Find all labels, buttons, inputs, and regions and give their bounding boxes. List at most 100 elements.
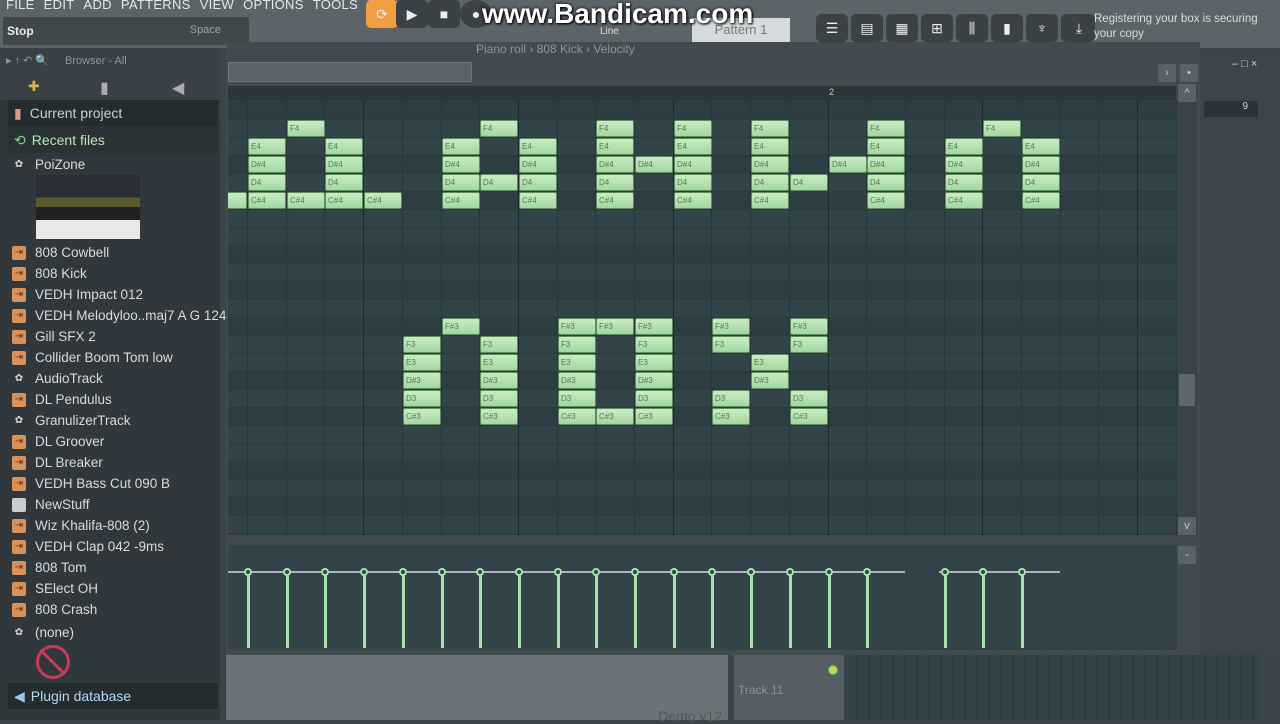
menu-patterns[interactable]: PATTERNS <box>121 0 191 12</box>
note[interactable]: D#4 <box>945 156 983 173</box>
plugin-picker-button[interactable]: ▮ <box>991 14 1023 42</box>
note[interactable]: C#4 <box>751 192 789 209</box>
window-controls[interactable]: – □ × <box>1232 58 1257 70</box>
note[interactable]: D4 <box>248 174 286 191</box>
note[interactable]: D4 <box>867 174 905 191</box>
note[interactable]: D4 <box>596 174 634 191</box>
note[interactable]: C#4 <box>867 192 905 209</box>
browser-item[interactable]: ⇥ 808 Cowbell <box>12 242 109 263</box>
browser-item[interactable]: ⇥ VEDH Bass Cut 090 B <box>12 473 170 494</box>
note[interactable]: F4 <box>983 120 1021 137</box>
note[interactable]: E4 <box>1022 138 1060 155</box>
note[interactable]: C#4 <box>248 192 286 209</box>
play-button[interactable]: ▶ <box>396 0 428 28</box>
horizontal-scrollbar[interactable] <box>228 62 472 82</box>
velocity-bar[interactable] <box>711 571 715 648</box>
note[interactable]: D4 <box>325 174 363 191</box>
note[interactable]: D#3 <box>480 372 518 389</box>
note[interactable]: F3 <box>712 336 750 353</box>
note[interactable]: C#4 <box>442 192 480 209</box>
note[interactable]: E4 <box>248 138 286 155</box>
note[interactable]: C#4 <box>364 192 402 209</box>
note[interactable]: E4 <box>519 138 557 155</box>
velocity-bar[interactable] <box>595 571 599 648</box>
note[interactable]: F4 <box>596 120 634 137</box>
note[interactable]: D4 <box>674 174 712 191</box>
browser-button[interactable]: ⊞ <box>921 14 953 42</box>
note[interactable]: C#3 <box>596 408 634 425</box>
velocity-menu-button[interactable]: - <box>1178 546 1196 564</box>
speaker-icon[interactable]: ◀ <box>172 78 184 98</box>
velocity-bar[interactable] <box>866 571 870 648</box>
note[interactable]: F3 <box>403 336 441 353</box>
note[interactable]: D#4 <box>519 156 557 173</box>
plugin-button[interactable]: ♆ <box>1026 14 1058 42</box>
velocity-handle[interactable] <box>476 567 485 576</box>
velocity-handle[interactable] <box>747 567 756 576</box>
note[interactable]: F4 <box>480 120 518 137</box>
velocity-handle[interactable] <box>592 567 601 576</box>
velocity-bar[interactable] <box>401 571 405 648</box>
velocity-bar[interactable] <box>363 571 367 648</box>
velocity-handle[interactable] <box>360 567 369 576</box>
note[interactable]: D#3 <box>635 372 673 389</box>
playlist-grid[interactable] <box>846 655 1260 720</box>
browser-item[interactable]: ⇥ 808 Kick <box>12 263 87 284</box>
note[interactable]: D#3 <box>558 372 596 389</box>
browser-plugin-database[interactable]: ◀ Plugin database <box>8 683 218 709</box>
note[interactable]: D4 <box>945 174 983 191</box>
vertical-scrollbar[interactable]: ^ v <box>1177 84 1197 536</box>
browser-item[interactable]: ⇥ DL Pendulus <box>12 389 112 410</box>
note[interactable]: F3 <box>480 336 518 353</box>
note[interactable]: C#4 <box>287 192 325 209</box>
note[interactable]: D#3 <box>751 372 789 389</box>
note[interactable]: D#4 <box>1022 156 1060 173</box>
note[interactable]: F3 <box>790 336 828 353</box>
file-icon[interactable]: ▮ <box>100 78 109 98</box>
menu-dot-button[interactable]: • <box>1180 64 1198 82</box>
note[interactable]: E3 <box>751 354 789 371</box>
note[interactable]: C#3 <box>558 408 596 425</box>
browser-item[interactable]: NewStuff <box>12 494 90 515</box>
velocity-bar[interactable] <box>479 571 483 648</box>
note[interactable]: C#4 <box>325 192 363 209</box>
note[interactable]: E3 <box>558 354 596 371</box>
velocity-handle[interactable] <box>669 567 678 576</box>
note[interactable]: F4 <box>287 120 325 137</box>
velocity-handle[interactable] <box>708 567 717 576</box>
velocity-handle[interactable] <box>631 567 639 576</box>
velocity-bar[interactable] <box>672 571 676 648</box>
note[interactable]: C#4 <box>674 192 712 209</box>
note[interactable]: F4 <box>867 120 905 137</box>
track-mute-led[interactable] <box>828 665 838 675</box>
scroll-right-button[interactable]: › <box>1158 64 1176 82</box>
note[interactable]: D3 <box>790 390 828 407</box>
download-button[interactable]: ⤓ <box>1063 14 1095 42</box>
velocity-bar[interactable] <box>982 571 986 648</box>
add-icon[interactable]: ✚ <box>28 78 40 95</box>
browser-item[interactable]: ⇥ Wiz Khalifa-808 (2) <box>12 515 150 536</box>
menu-tools[interactable]: TOOLS <box>313 0 358 12</box>
note[interactable]: D#4 <box>596 156 634 173</box>
note[interactable]: F#3 <box>442 318 480 335</box>
note[interactable]: F3 <box>635 336 673 353</box>
note[interactable]: C#3 <box>403 408 441 425</box>
velocity-bar[interactable] <box>827 571 831 648</box>
note[interactable]: D#3 <box>403 372 441 389</box>
note[interactable]: F3 <box>558 336 596 353</box>
browser-recent-files[interactable]: ⟲ Recent files <box>8 127 218 153</box>
browser-item[interactable]: ⇥ DL Breaker <box>12 452 103 473</box>
note[interactable]: F#3 <box>635 318 673 335</box>
scroll-thumb[interactable] <box>1179 374 1195 406</box>
mixer-button[interactable]: ⫼ <box>956 14 988 42</box>
note[interactable]: C#3 <box>790 408 828 425</box>
note[interactable]: D4 <box>790 174 828 191</box>
browser-item[interactable]: ⇥ DL Groover <box>12 431 104 452</box>
note[interactable]: D#4 <box>442 156 480 173</box>
note[interactable]: F#3 <box>790 318 828 335</box>
note[interactable]: F4 <box>751 120 789 137</box>
note[interactable]: E4 <box>325 138 363 155</box>
browser-item[interactable]: ⇥ VEDH Impact 012 <box>12 284 143 305</box>
velocity-bar[interactable] <box>440 571 444 648</box>
browser-item[interactable]: ⇥ VEDH Melodyloo..maj7 A G 124BPM <box>12 305 256 326</box>
